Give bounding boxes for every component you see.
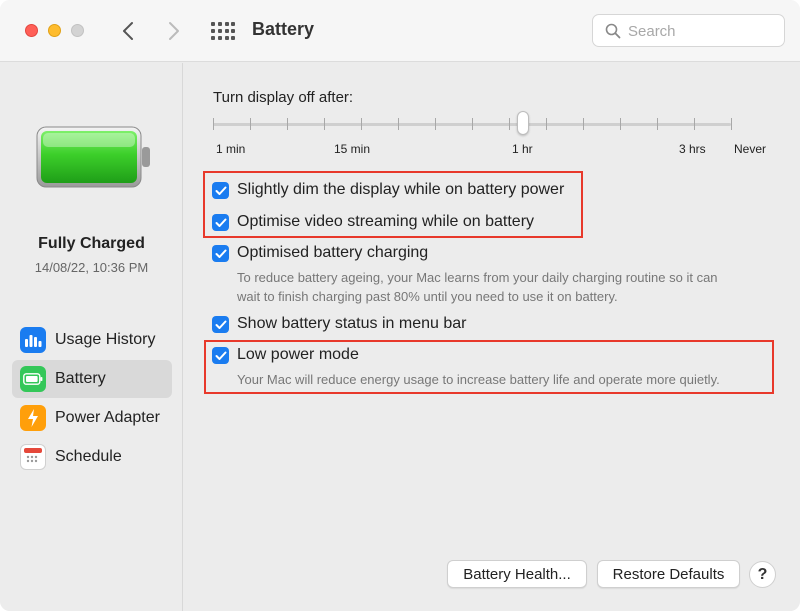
display-off-slider-thumb[interactable] <box>517 111 529 135</box>
lightning-bolt-icon <box>20 405 46 431</box>
sidebar: Fully Charged 14/08/22, 10:36 PM Usage H… <box>0 63 183 611</box>
checkmark-icon <box>215 320 226 329</box>
main-panel: Turn display off after: 1 min 15 min 1 h… <box>184 63 800 611</box>
checkbox-show-battery-status[interactable] <box>212 316 229 333</box>
battery-status-time: 14/08/22, 10:36 PM <box>34 260 149 275</box>
sidebar-item-label: Battery <box>55 370 106 387</box>
chevron-right-icon <box>169 22 179 40</box>
slider-tick <box>250 118 251 130</box>
slider-tick <box>620 118 621 130</box>
help-button[interactable]: ? <box>749 561 776 588</box>
slider-tick <box>472 118 473 130</box>
slider-tick <box>657 118 658 130</box>
sidebar-item-label: Usage History <box>55 331 156 348</box>
sidebar-item-usage-history[interactable]: Usage History <box>12 321 172 359</box>
zoom-button[interactable] <box>71 24 84 37</box>
slider-tick <box>435 118 436 130</box>
search-input[interactable] <box>628 20 778 42</box>
slider-tick <box>583 118 584 130</box>
bar-chart-icon <box>20 327 46 353</box>
slider-tick-label: 1 hr <box>512 142 533 156</box>
search-icon <box>605 23 621 39</box>
slider-tick <box>694 118 695 130</box>
forward-button[interactable] <box>164 18 184 44</box>
slider-tick-label: 15 min <box>334 142 371 156</box>
highlight-box-dim-and-video <box>203 171 583 238</box>
display-off-label: Turn display off after: <box>213 89 354 106</box>
sidebar-item-power-adapter[interactable]: Power Adapter <box>12 399 172 437</box>
show-all-button[interactable] <box>211 22 235 40</box>
system-preferences-window: Battery Search Fully Charged 14/08/22, 1… <box>0 0 800 611</box>
battery-health-button[interactable]: Battery Health... <box>447 560 587 588</box>
slider-tick <box>213 118 214 130</box>
titlebar: Battery <box>0 0 800 62</box>
search-field[interactable] <box>592 14 785 47</box>
slider-tick <box>546 118 547 130</box>
back-button[interactable] <box>118 18 138 44</box>
chevron-left-icon <box>123 22 133 40</box>
option-label: Optimised battery charging <box>237 244 429 261</box>
battery-level-icon <box>35 125 155 194</box>
option-description: To reduce battery ageing, your Mac learn… <box>237 268 718 306</box>
window-title: Battery <box>252 19 315 39</box>
calendar-icon <box>20 444 46 470</box>
option-label: Show battery status in menu bar <box>237 315 467 332</box>
close-button[interactable] <box>25 24 38 37</box>
option-description-line: To reduce battery ageing, your Mac learn… <box>237 270 718 285</box>
sidebar-item-battery[interactable]: Battery <box>12 360 172 398</box>
slider-tick <box>324 118 325 130</box>
checkmark-icon <box>215 249 226 258</box>
sidebar-item-label: Schedule <box>55 448 122 465</box>
option-description-line: wait to finish charging past 80% until y… <box>237 289 618 304</box>
slider-tick <box>361 118 362 130</box>
highlight-box-low-power <box>204 340 774 394</box>
checkbox-optimised-charging[interactable] <box>212 245 229 262</box>
minimize-button[interactable] <box>48 24 61 37</box>
sidebar-item-label: Power Adapter <box>55 409 160 426</box>
slider-tick-label: Never <box>734 142 767 156</box>
restore-defaults-button[interactable]: Restore Defaults <box>597 560 740 588</box>
slider-tick <box>287 118 288 130</box>
slider-tick <box>731 118 732 130</box>
sidebar-item-schedule[interactable]: Schedule <box>12 438 172 476</box>
battery-icon <box>20 366 46 392</box>
battery-status-title: Fully Charged <box>38 235 145 252</box>
slider-tick-label: 3 hrs <box>679 142 706 156</box>
grid-icon <box>211 22 235 40</box>
slider-tick-label: 1 min <box>216 142 246 156</box>
slider-tick <box>509 118 510 130</box>
slider-tick <box>398 118 399 130</box>
sidebar-nav: Usage History Battery Power Adapter Sche… <box>12 321 172 477</box>
